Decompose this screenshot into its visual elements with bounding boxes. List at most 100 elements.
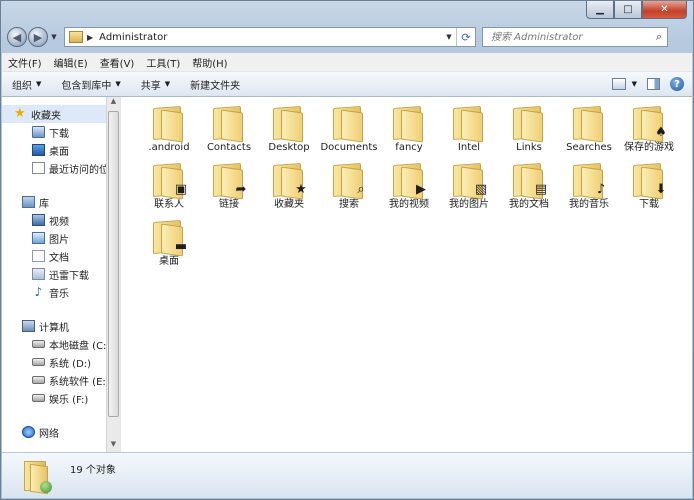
breadcrumb-administrator[interactable]: Administrator	[99, 32, 442, 43]
file-item[interactable]: ♪ 我的音乐	[559, 160, 619, 217]
recent-places-icon	[32, 162, 45, 174]
file-item[interactable]: ▶ 我的视频	[379, 160, 439, 217]
folder-badge-icon: ♪	[596, 182, 606, 197]
maximize-button[interactable]: □	[614, 1, 642, 19]
recent-pages-dropdown[interactable]: ▼	[48, 33, 60, 41]
back-button[interactable]: ◀	[7, 27, 27, 47]
file-item[interactable]: Contacts	[199, 103, 259, 160]
new-folder-button[interactable]: 新建文件夹	[180, 77, 250, 92]
file-name: fancy	[395, 142, 423, 153]
breadcrumb-separator-icon[interactable]: ▶	[87, 33, 93, 42]
file-item[interactable]: ♠ 保存的游戏	[619, 103, 679, 160]
nav-computer[interactable]: 计算机	[2, 317, 120, 335]
organize-button[interactable]: 组织 ▼	[2, 77, 51, 92]
computer-icon	[22, 320, 35, 332]
nav-item-downloads[interactable]: 下载	[2, 123, 120, 141]
menu-help[interactable]: 帮助(H)	[186, 55, 233, 70]
nav-item-pictures[interactable]: 图片	[2, 229, 120, 247]
file-item[interactable]: Intel	[439, 103, 499, 160]
preview-pane-icon[interactable]	[647, 78, 660, 90]
menu-tools[interactable]: 工具(T)	[140, 55, 186, 70]
file-item[interactable]: ▣ 联系人	[139, 160, 199, 217]
forward-button[interactable]: ▶	[28, 27, 48, 47]
nav-item-drive-d[interactable]: 系统 (D:)	[2, 353, 120, 371]
file-item[interactable]: Searches	[559, 103, 619, 160]
share-button[interactable]: 共享 ▼	[131, 77, 180, 92]
chevron-down-icon: ▼	[164, 80, 171, 88]
nav-item-documents[interactable]: 文档	[2, 247, 120, 265]
minimize-button[interactable]: ▁	[586, 1, 614, 19]
file-item[interactable]: ★ 收藏夹	[259, 160, 319, 217]
address-bar[interactable]: ▶ Administrator ▼ ⟳	[64, 27, 476, 47]
navigation-scrollbar[interactable]: ▲ ▼	[106, 97, 120, 452]
nav-item-label: 视频	[49, 216, 69, 228]
folder-icon: ♪	[571, 162, 607, 200]
downloads-icon	[32, 126, 45, 138]
new-folder-label: 新建文件夹	[190, 80, 241, 92]
user-folder-icon	[22, 459, 54, 495]
view-options-dropdown[interactable]: ▼	[632, 80, 637, 88]
xunlei-downloads-icon	[32, 268, 45, 280]
search-input[interactable]	[489, 30, 651, 44]
file-name: Links	[516, 142, 542, 153]
navigation-pane: ★ 收藏夹 下载 桌面 最近访问的位置 库 视频 图片 文档 迅雷下载 ♪ 音乐…	[2, 97, 120, 452]
file-name: Searches	[566, 142, 612, 153]
help-icon[interactable]: ?	[670, 77, 684, 91]
file-item[interactable]: ➦ 链接	[199, 160, 259, 217]
nav-libraries[interactable]: 库	[2, 193, 120, 211]
folder-badge-icon: ⌕	[357, 182, 365, 197]
file-item[interactable]: Documents	[319, 103, 379, 160]
folder-icon	[391, 105, 427, 143]
nav-network[interactable]: 网络	[2, 423, 120, 441]
nav-item-desktop[interactable]: 桌面	[2, 141, 120, 159]
documents-icon	[32, 250, 45, 262]
close-button[interactable]: ✕	[642, 1, 687, 19]
file-item[interactable]: ▧ 我的图片	[439, 160, 499, 217]
nav-item-recent-places[interactable]: 最近访问的位置	[2, 159, 120, 177]
file-item[interactable]: ⬇ 下载	[619, 160, 679, 217]
videos-icon	[32, 214, 45, 226]
nav-item-drive-f[interactable]: 娱乐 (F:)	[2, 389, 120, 407]
nav-item-drive-c[interactable]: 本地磁盘 (C:)	[2, 335, 120, 353]
address-dropdown-icon[interactable]: ▼	[442, 33, 456, 41]
file-name: 保存的游戏	[624, 142, 674, 153]
file-name: 我的音乐	[569, 199, 609, 210]
nav-favorites[interactable]: ★ 收藏夹	[2, 105, 120, 123]
file-item[interactable]: .android	[139, 103, 199, 160]
scroll-up-icon[interactable]: ▲	[107, 97, 120, 109]
file-item[interactable]: ▬ 桌面	[139, 217, 199, 274]
nav-item-drive-e[interactable]: 系统软件 (E:)	[2, 371, 120, 389]
refresh-icon[interactable]: ⟳	[456, 28, 475, 46]
menu-file[interactable]: 文件(F)	[2, 55, 48, 70]
file-item[interactable]: Links	[499, 103, 559, 160]
organize-label: 组织	[12, 80, 32, 92]
menu-view[interactable]: 查看(V)	[94, 55, 141, 70]
search-box[interactable]: ⌕	[482, 27, 668, 47]
folder-badge-icon: ▤	[534, 182, 548, 197]
scroll-down-icon[interactable]: ▼	[107, 440, 120, 452]
navigation-bar: ◀ ▶ ▼ ▶ Administrator ▼ ⟳ ⌕	[7, 25, 687, 49]
file-item[interactable]: ⌕ 搜索	[319, 160, 379, 217]
file-item[interactable]: fancy	[379, 103, 439, 160]
nav-item-xunlei-downloads[interactable]: 迅雷下载	[2, 265, 120, 283]
share-label: 共享	[140, 80, 161, 92]
folder-badge-icon	[533, 125, 549, 141]
folder-badge-icon	[293, 125, 309, 141]
search-icon[interactable]: ⌕	[651, 30, 667, 44]
folder-icon	[151, 105, 189, 143]
folder-icon	[331, 105, 367, 143]
folder-badge-icon	[173, 125, 189, 141]
include-in-library-button[interactable]: 包含到库中 ▼	[51, 77, 130, 92]
scrollbar-thumb[interactable]	[108, 111, 119, 417]
file-name: 收藏夹	[274, 199, 304, 210]
file-item[interactable]: Desktop	[259, 103, 319, 160]
file-item[interactable]: ▤ 我的文档	[499, 160, 559, 217]
menu-edit[interactable]: 编辑(E)	[48, 55, 94, 70]
folder-icon: ➦	[211, 162, 247, 200]
hard-disk-icon	[32, 340, 45, 348]
nav-item-videos[interactable]: 视频	[2, 211, 120, 229]
nav-item-label: 娱乐 (F:)	[49, 394, 89, 406]
nav-item-label: 音乐	[49, 288, 69, 300]
change-view-icon[interactable]	[611, 78, 626, 90]
nav-item-music[interactable]: ♪ 音乐	[2, 283, 120, 301]
